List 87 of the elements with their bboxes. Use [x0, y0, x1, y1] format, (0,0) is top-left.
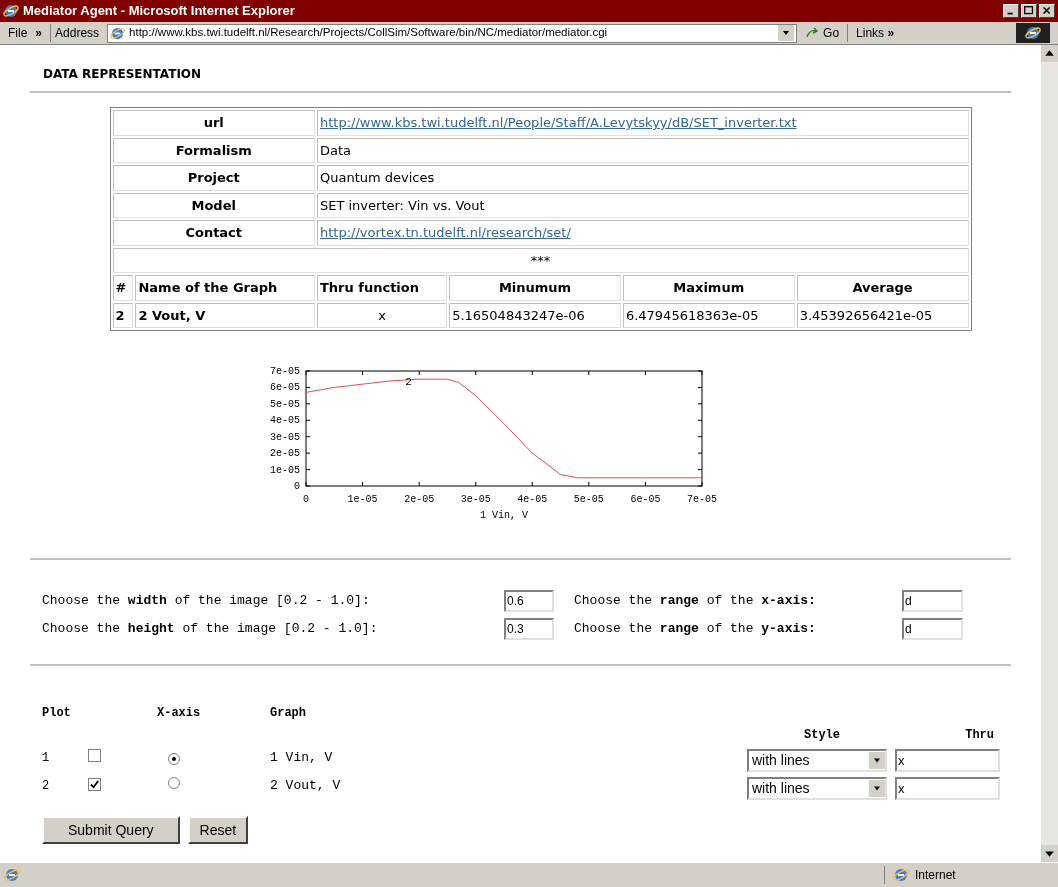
section-heading: DATA REPRESENTATION — [42, 66, 203, 83]
reset-button[interactable]: Reset — [187, 816, 249, 844]
table-cell: 6.47945618363e-05 — [622, 302, 795, 328]
row-label: url — [112, 110, 315, 136]
table-cell: 5.16504843247e-06 — [449, 302, 621, 328]
graph-name: 1 Vin, V — [270, 749, 333, 768]
zone-label: Internet — [915, 867, 956, 884]
scroll-up-icon[interactable] — [1041, 45, 1058, 62]
row-number: 2 — [42, 778, 51, 795]
row-label: Model — [112, 192, 315, 218]
x-tick-label: 1e-05 — [347, 494, 378, 505]
go-button[interactable]: Go — [805, 24, 840, 42]
y-tick-label: 3e-05 — [269, 431, 300, 443]
option-label: Choose the range of the x-axis: — [574, 592, 817, 611]
thru-field[interactable]: x — [895, 776, 1000, 800]
row-label: Contact — [112, 220, 315, 246]
column-header: Minumum — [449, 275, 621, 301]
style-select[interactable]: with lines — [747, 748, 887, 772]
y-tick-label: 6e-05 — [269, 382, 300, 394]
column-header: Thru function — [316, 275, 448, 301]
address-field[interactable]: http://www.kbs.twi.tudelft.nl/Research/Projects/CollSim/Software/bin/NC/mediator/mediator.cgi — [107, 23, 798, 43]
column-header: # — [112, 275, 134, 301]
column-header: Style — [803, 727, 841, 744]
style-select[interactable]: with lines — [747, 776, 887, 800]
file-menu[interactable]: File — [8, 24, 28, 42]
column-header: Maximum — [622, 275, 795, 301]
option-label: Choose the height of the image [0.2 - 1.0]: — [42, 620, 379, 639]
y-tick-label: 0 — [293, 481, 300, 492]
x-tick-label: 0 — [302, 494, 309, 505]
series-label: 2 — [404, 376, 412, 389]
column-header: Graph — [270, 705, 306, 722]
row-label: Formalism — [112, 137, 315, 163]
table-cell: SET inverter: Vin vs. Vout — [316, 192, 969, 218]
address-url: http://www.kbs.twi.tudelft.nl/Research/Projects/CollSim/Software/bin/NC/mediator/mediator.cgi — [129, 25, 609, 41]
radio-button[interactable] — [168, 753, 180, 765]
radio-button[interactable] — [168, 777, 180, 789]
x-axis-title: 1 Vin, V — [479, 510, 528, 521]
row-label: Project — [112, 165, 315, 191]
image-size-field[interactable]: 0.6 — [504, 590, 554, 612]
x-tick-label: 6e-05 — [629, 494, 660, 505]
x-tick-label: 4e-05 — [516, 494, 547, 505]
table-cell: 2 Vout, V — [135, 302, 315, 328]
x-tick-label: 5e-05 — [573, 494, 604, 505]
maximize-button[interactable] — [1021, 4, 1037, 18]
y-tick-label: 1e-05 — [269, 464, 300, 476]
window-title: Mediator Agent - Microsoft Internet Explorer — [23, 2, 295, 21]
address-label: Address — [50, 24, 100, 42]
link[interactable]: http://www.kbs.twi.tudelft.nl/People/Staff/A.Levytskyy/dB/SET_inverter.txt — [316, 110, 969, 136]
scroll-down-icon[interactable] — [1041, 845, 1058, 862]
close-button[interactable] — [1039, 4, 1055, 18]
column-header: Thru — [964, 727, 995, 744]
submit-button[interactable]: Submit Query — [42, 816, 180, 844]
image-size-field[interactable]: 0.3 — [504, 618, 554, 640]
y-tick-label: 5e-05 — [269, 398, 300, 410]
separator-cell: *** — [112, 247, 969, 273]
row-number: 1 — [42, 750, 51, 767]
table-cell: Quantum devices — [316, 165, 969, 191]
column-header: Plot — [42, 705, 72, 722]
checkbox[interactable] — [88, 778, 101, 791]
minimize-button[interactable] — [1003, 4, 1019, 18]
option-label: Choose the range of the y-axis: — [574, 620, 817, 639]
chevron[interactable]: » — [35, 24, 43, 42]
graph-name: 2 Vout, V — [270, 777, 341, 796]
browser-logo-icon — [3, 3, 19, 19]
column-header: Name of the Graph — [135, 275, 315, 301]
y-tick-label: 2e-05 — [269, 448, 300, 460]
column-header: X-axis — [157, 705, 202, 722]
table-cell: 2 — [112, 302, 134, 328]
axis-range-field[interactable]: d — [902, 618, 963, 640]
arrow-icon — [805, 26, 820, 40]
column-header: Average — [796, 275, 969, 301]
link[interactable]: http://vortex.tn.tudelft.nl/research/set/ — [316, 220, 969, 246]
axis-range-field[interactable]: d — [902, 590, 963, 612]
x-tick-label: 7e-05 — [686, 494, 717, 505]
table-cell: x — [316, 302, 448, 328]
links-menu[interactable]: Links » — [847, 24, 895, 42]
thru-field[interactable]: x — [895, 748, 1000, 772]
x-tick-label: 3e-05 — [460, 494, 491, 505]
y-tick-label: 4e-05 — [269, 415, 300, 427]
table-cell: Data — [316, 137, 969, 163]
x-tick-label: 2e-05 — [403, 494, 434, 505]
y-tick-label: 7e-05 — [269, 366, 300, 377]
checkbox[interactable] — [88, 748, 101, 762]
scrollbar[interactable] — [1041, 45, 1058, 862]
table-cell: 3.45392656421e-05 — [796, 302, 969, 328]
option-label: Choose the width of the image [0.2 - 1.0]: — [42, 592, 371, 611]
check-icon — [90, 780, 99, 789]
